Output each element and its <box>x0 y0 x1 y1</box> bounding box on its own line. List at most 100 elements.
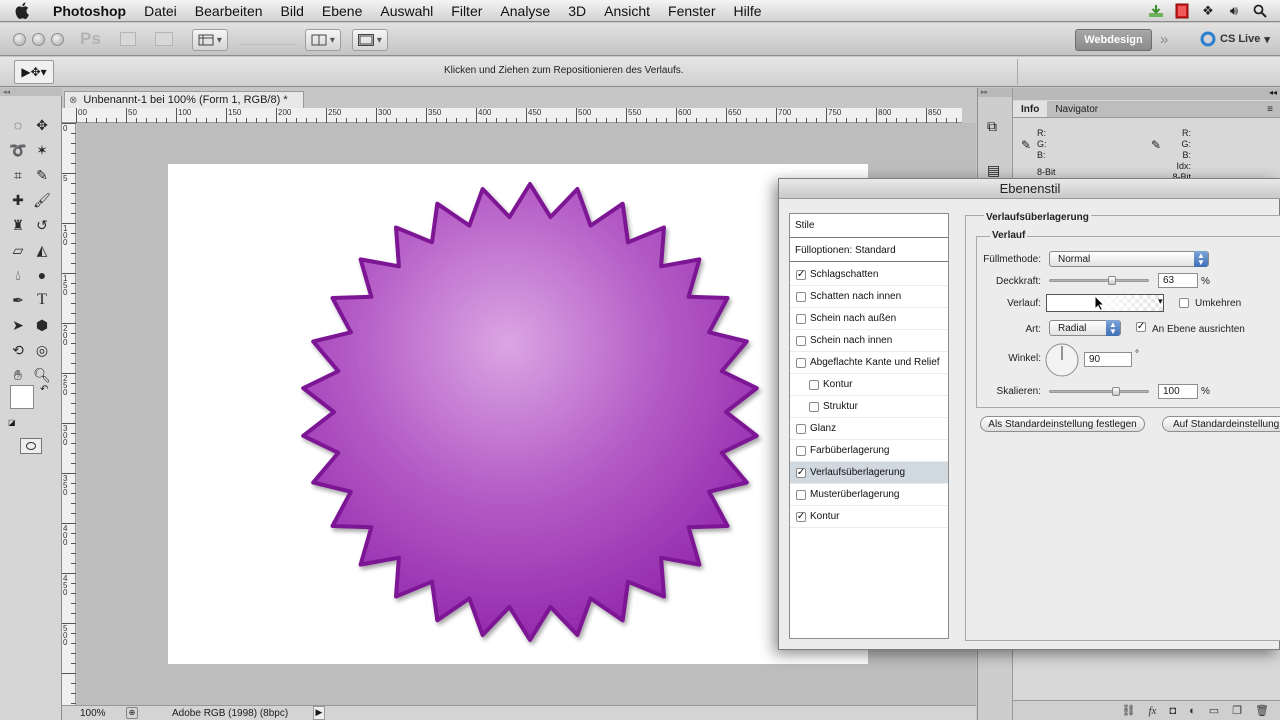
volume-icon[interactable]: 🔊︎ <box>1224 3 1244 19</box>
scale-slider-thumb[interactable] <box>1111 387 1120 396</box>
history-brush-tool-icon[interactable]: ↺ <box>30 214 54 236</box>
window-zoom-button[interactable] <box>51 33 64 46</box>
opacity-slider-thumb[interactable] <box>1107 276 1116 285</box>
paint-bucket-tool-icon[interactable]: ◭ <box>30 239 54 261</box>
reverse-checkbox[interactable] <box>1179 298 1189 308</box>
style-row-schein-nach-außen[interactable]: Schein nach außen <box>790 308 948 330</box>
style-checkbox[interactable]: ✓ <box>796 467 806 478</box>
tab-info[interactable]: Info <box>1013 101 1048 117</box>
document-canvas[interactable] <box>168 164 868 664</box>
3d-rotate-tool-icon[interactable]: ⟲ <box>6 339 30 361</box>
eraser-tool-icon[interactable]: ▱ <box>6 239 30 261</box>
link-layers-icon[interactable]: ⛓ <box>1122 704 1136 717</box>
download-status-icon[interactable] <box>1146 3 1166 19</box>
style-row-struktur[interactable]: Struktur <box>790 396 948 418</box>
type-tool-icon[interactable]: T <box>30 289 54 311</box>
menu-ansicht[interactable]: Ansicht <box>595 3 659 19</box>
panel-collapse-icon[interactable]: ◂◂ <box>1013 88 1280 100</box>
view-extras-button[interactable]: ▾ <box>192 29 228 51</box>
toolbox-collapse-icon[interactable]: ◂◂ <box>0 88 62 96</box>
close-document-icon[interactable]: ⊗ <box>69 95 77 106</box>
window-close-button[interactable] <box>13 33 26 46</box>
dodge-tool-icon[interactable]: ● <box>30 264 54 286</box>
window-minimize-button[interactable] <box>32 33 45 46</box>
eyedropper-tool-icon[interactable]: ✎ <box>30 164 54 186</box>
ruler-vertical[interactable]: 0 5 1 0 0 1 5 0 2 0 0 2 5 0 3 0 0 3 5 0 4 0 0 4 5… <box>62 123 76 705</box>
shape-tool-icon[interactable]: ⬢ <box>30 314 54 336</box>
style-row-schatten-nach-innen[interactable]: Schatten nach innen <box>790 286 948 308</box>
history-panel-icon[interactable]: ⧉ <box>987 118 997 135</box>
zoom-level-field[interactable]: 100% <box>80 708 106 719</box>
gradient-dropdown-icon[interactable]: ▾ <box>1158 296 1163 307</box>
fill-options-row[interactable]: Fülloptionen: Standard <box>790 240 948 262</box>
style-checkbox[interactable] <box>796 445 806 456</box>
clone-stamp-tool-icon[interactable]: ♜ <box>6 214 30 236</box>
adjustment-layer-icon[interactable]: ◐ <box>1189 705 1196 717</box>
style-checkbox[interactable] <box>796 357 806 368</box>
menu-hilfe[interactable]: Hilfe <box>725 3 771 19</box>
cs-live-button[interactable]: CS Live ▾ <box>1200 31 1270 47</box>
hand-tool-icon[interactable]: ✋︎ <box>6 364 30 386</box>
dialog-title[interactable]: Ebenenstil <box>779 179 1280 199</box>
style-checkbox[interactable]: ✓ <box>796 269 806 280</box>
lasso-tool-icon[interactable]: ➰ <box>6 139 30 161</box>
status-info-icon[interactable]: ⊕ <box>126 707 138 719</box>
layer-mask-icon[interactable]: ◘ <box>1169 705 1176 717</box>
style-checkbox[interactable] <box>796 335 806 346</box>
path-selection-tool-icon[interactable]: ➤ <box>6 314 30 336</box>
new-layer-icon[interactable]: ❐ <box>1232 704 1242 717</box>
tab-navigator[interactable]: Navigator <box>1047 101 1106 117</box>
magic-wand-tool-icon[interactable]: ✶ <box>30 139 54 161</box>
sync-icon[interactable]: ❖ <box>1198 3 1218 19</box>
style-checkbox[interactable] <box>809 379 819 390</box>
angle-dial[interactable] <box>1044 342 1080 378</box>
menu-analyse[interactable]: Analyse <box>491 3 559 19</box>
marquee-tool-icon[interactable]: ◌ <box>6 114 30 136</box>
apple-menu-icon[interactable] <box>0 2 44 19</box>
style-row-kontur[interactable]: Kontur <box>790 374 948 396</box>
layer-style-icon[interactable]: fx <box>1148 705 1156 717</box>
swap-colors-icon[interactable]: ↶ <box>40 384 48 395</box>
style-checkbox[interactable]: ✓ <box>796 511 806 522</box>
scale-input[interactable]: 100 <box>1158 384 1198 399</box>
set-as-default-button[interactable]: Als Standardeinstellung festlegen <box>980 416 1145 432</box>
scale-slider[interactable] <box>1049 387 1149 396</box>
style-row-schlagschatten[interactable]: ✓ Schlagschatten <box>790 264 948 286</box>
style-checkbox[interactable] <box>796 313 806 324</box>
style-checkbox[interactable] <box>796 423 806 434</box>
blur-tool-icon[interactable]: 💧︎ <box>6 264 30 286</box>
new-group-icon[interactable]: ▭ <box>1209 704 1219 717</box>
style-row-musterüberlagerung[interactable]: Musterüberlagerung <box>790 484 948 506</box>
menu-datei[interactable]: Datei <box>135 3 186 19</box>
default-colors-icon[interactable]: ◪ <box>8 418 16 427</box>
style-row-farbüberlagerung[interactable]: Farbüberlagerung <box>790 440 948 462</box>
starburst-shape[interactable] <box>168 164 868 664</box>
style-row-verlaufsüberlagerung[interactable]: ✓ Verlaufsüberlagerung <box>790 462 948 484</box>
blend-mode-select[interactable]: Normal ▲ ▼ <box>1049 251 1209 267</box>
style-checkbox[interactable] <box>809 401 819 412</box>
menu-bild[interactable]: Bild <box>272 3 313 19</box>
workspace-switcher-button[interactable]: Webdesign <box>1075 29 1152 51</box>
menu-ebene[interactable]: Ebene <box>313 3 371 19</box>
3d-orbit-tool-icon[interactable]: ◎ <box>30 339 54 361</box>
gradient-style-select[interactable]: Radial ▲ ▼ <box>1049 320 1121 336</box>
arrange-documents-button[interactable]: ▾ <box>305 29 341 51</box>
move-tool-icon[interactable]: ✥ <box>30 114 54 136</box>
reset-to-default-button[interactable]: Auf Standardeinstellung zurücksetzen <box>1162 416 1280 432</box>
foreground-color-swatch[interactable] <box>10 385 34 409</box>
screen-recorder-icon[interactable] <box>1172 3 1192 19</box>
style-checkbox[interactable] <box>796 291 806 302</box>
spotlight-search-icon[interactable] <box>1250 3 1270 19</box>
status-menu-arrow-icon[interactable]: ▶ <box>313 706 325 720</box>
strip-collapse-icon[interactable]: ▸▸ <box>978 88 1013 97</box>
menu-bearbeiten[interactable]: Bearbeiten <box>186 3 272 19</box>
menu-fenster[interactable]: Fenster <box>659 3 724 19</box>
document-tab[interactable]: ⊗ Unbenannt-1 bei 100% (Form 1, RGB/8) * <box>64 91 304 108</box>
tool-preset-picker[interactable]: ▶✥▾ <box>14 60 54 84</box>
more-workspaces-icon[interactable]: » <box>1160 31 1169 48</box>
panel-menu-icon[interactable]: ≡ <box>1259 101 1280 117</box>
screen-mode-button[interactable]: ▾ <box>352 29 388 51</box>
menu-auswahl[interactable]: Auswahl <box>371 3 442 19</box>
menu-app-photoshop[interactable]: Photoshop <box>44 3 135 19</box>
menu-3d[interactable]: 3D <box>559 3 595 19</box>
